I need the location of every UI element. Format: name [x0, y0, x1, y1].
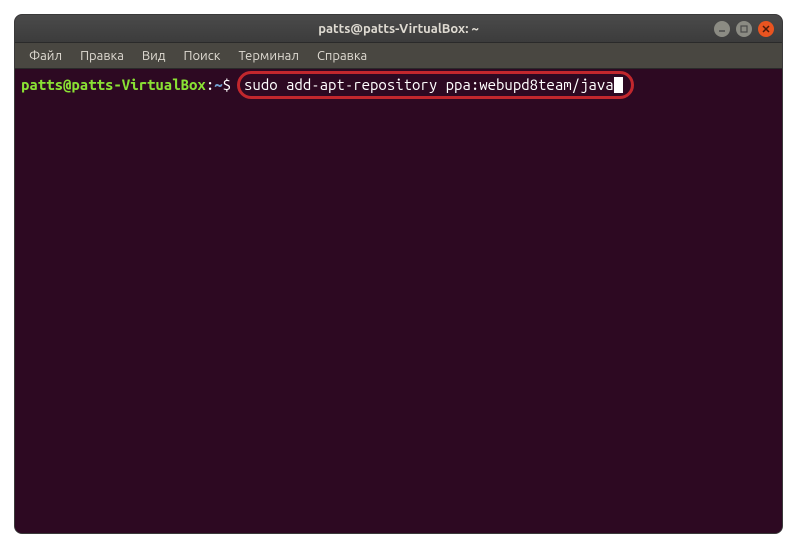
- menu-view[interactable]: Вид: [134, 46, 174, 66]
- menu-file[interactable]: Файл: [21, 46, 70, 66]
- cursor-icon: [614, 77, 623, 93]
- maximize-button[interactable]: [736, 21, 752, 37]
- prompt-line: patts@patts-VirtualBox:~$ sudo add-apt-r…: [21, 71, 776, 99]
- prompt-dollar: $: [223, 75, 231, 95]
- terminal-window: patts@patts-VirtualBox: ~ Файл Правка Ви…: [14, 14, 783, 534]
- command-highlight: sudo add-apt-repository ppa:webupd8team/…: [237, 71, 634, 99]
- prompt-user: patts@patts-VirtualBox: [21, 75, 206, 95]
- close-button[interactable]: [758, 21, 774, 37]
- command-text: sudo add-apt-repository ppa:webupd8team/…: [244, 75, 614, 95]
- minimize-button[interactable]: [714, 21, 730, 37]
- menu-search[interactable]: Поиск: [175, 46, 228, 66]
- menu-help[interactable]: Справка: [309, 46, 375, 66]
- titlebar: patts@patts-VirtualBox: ~: [15, 15, 782, 43]
- menu-edit[interactable]: Правка: [72, 46, 132, 66]
- window-controls: [714, 21, 774, 37]
- prompt-colon: :: [206, 75, 214, 95]
- prompt-path: ~: [214, 75, 222, 95]
- terminal-body[interactable]: patts@patts-VirtualBox:~$ sudo add-apt-r…: [15, 69, 782, 533]
- window-title: patts@patts-VirtualBox: ~: [318, 22, 479, 36]
- menubar: Файл Правка Вид Поиск Терминал Справка: [15, 43, 782, 69]
- menu-terminal[interactable]: Терминал: [230, 46, 306, 66]
